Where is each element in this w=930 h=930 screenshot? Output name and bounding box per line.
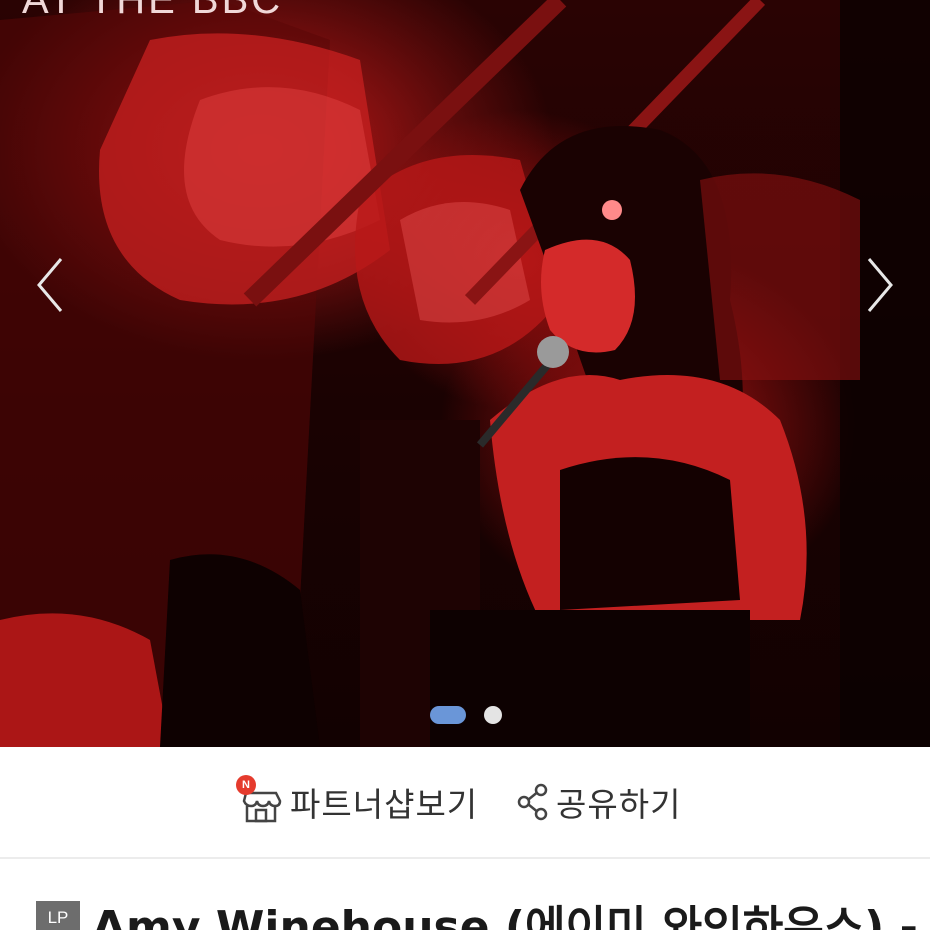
share-label: 공유하기 bbox=[556, 785, 682, 824]
product-page: AT THE BBC N 파트너샵보기 공유하기 LP Amy Winehous… bbox=[0, 0, 930, 930]
product-image-carousel[interactable]: AT THE BBC bbox=[0, 0, 930, 747]
product-title: Amy Winehouse (에이미 와인하우스) - bbox=[92, 902, 918, 930]
partner-shop-label: 파트너샵보기 bbox=[290, 785, 479, 824]
partner-shop-button[interactable]: N 파트너샵보기 bbox=[236, 775, 479, 827]
carousel-pagination bbox=[0, 706, 930, 726]
album-cover-image bbox=[0, 0, 930, 747]
store-icon-wrapper: N bbox=[236, 775, 284, 825]
carousel-dot[interactable] bbox=[484, 706, 502, 724]
share-icon bbox=[517, 783, 548, 821]
share-button[interactable]: 공유하기 bbox=[516, 777, 681, 827]
product-title-row: LP Amy Winehouse (에이미 와인하우스) - bbox=[0, 861, 930, 930]
chevron-left-icon bbox=[37, 258, 63, 312]
carousel-prev-button[interactable] bbox=[30, 250, 70, 320]
action-bar: N 파트너샵보기 공유하기 bbox=[0, 747, 930, 859]
chevron-right-icon bbox=[867, 258, 893, 312]
album-cover-text: AT THE BBC bbox=[22, 0, 284, 22]
new-badge: N bbox=[236, 775, 256, 795]
lp-category-badge: LP bbox=[36, 901, 80, 930]
carousel-dot-active[interactable] bbox=[430, 706, 466, 724]
carousel-next-button[interactable] bbox=[860, 250, 900, 320]
